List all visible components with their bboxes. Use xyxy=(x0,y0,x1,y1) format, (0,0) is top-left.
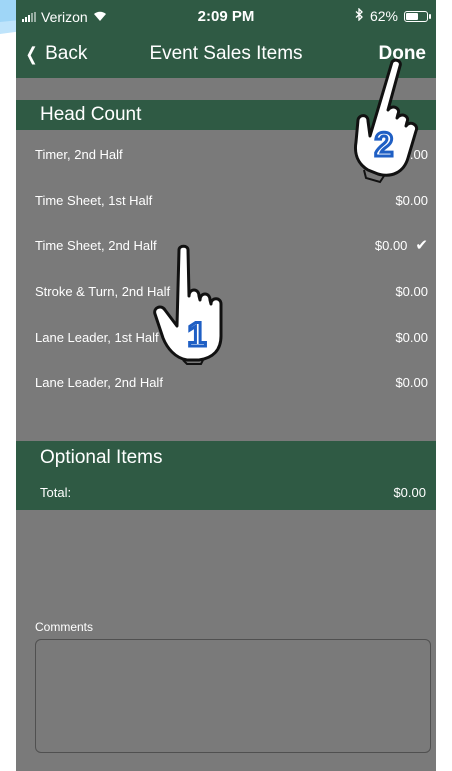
total-value: $0.00 xyxy=(393,484,426,500)
status-right: 62% xyxy=(355,7,431,24)
total-label: Total: xyxy=(40,484,72,500)
battery-percent: 62% xyxy=(369,8,398,24)
item-name: Timer, 2nd Half xyxy=(35,146,123,162)
total-row: Total: $0.00 xyxy=(16,474,436,510)
item-price: $0.00 xyxy=(395,329,428,345)
item-price: $0.00 xyxy=(395,192,428,208)
back-label: Back xyxy=(45,43,88,64)
item-name: Stroke & Turn, 2nd Half xyxy=(35,283,171,299)
spacer xyxy=(16,78,436,100)
item-name: Lane Leader, 2nd Half xyxy=(35,374,163,390)
item-price: $0.00 xyxy=(374,237,408,253)
list-item[interactable]: Time Sheet, 1st Half $0.00 xyxy=(16,177,436,223)
list-item[interactable]: Timer, 2nd Half $0.00 xyxy=(16,131,436,177)
item-price: $0.00 xyxy=(395,283,428,299)
bluetooth-icon xyxy=(355,7,364,24)
list-item[interactable]: Lane Leader, 2nd Half $0.00 xyxy=(16,359,436,405)
list-item[interactable]: Lane Leader, 1st Half $0.00 xyxy=(16,314,436,360)
list-item[interactable]: Stroke & Turn, 2nd Half $0.00 xyxy=(16,268,436,314)
phone-screen: Verizon 2:09 PM 62% ❮ Back Event Sales I… xyxy=(16,0,436,771)
item-price-wrap: $0.00 xyxy=(395,147,428,162)
status-bar: Verizon 2:09 PM 62% xyxy=(16,0,436,34)
item-price-wrap: $0.00 ✔ xyxy=(375,236,428,254)
item-price-wrap: $0.00 xyxy=(395,375,428,390)
comments-input[interactable] xyxy=(35,639,431,753)
item-price-wrap: $0.00 xyxy=(395,330,428,345)
item-price: $0.00 xyxy=(395,146,428,162)
chevron-left-icon: ❮ xyxy=(25,43,38,64)
item-name: Lane Leader, 1st Half xyxy=(35,329,159,345)
item-name: Time Sheet, 1st Half xyxy=(35,192,153,208)
done-button[interactable]: Done xyxy=(375,41,431,67)
section-header-optional-items: Optional Items xyxy=(16,441,436,474)
comments-label: Comments xyxy=(35,620,94,634)
back-button[interactable]: ❮ Back xyxy=(20,41,91,67)
item-price-wrap: $0.00 xyxy=(395,193,428,208)
item-price-wrap: $0.00 xyxy=(395,284,428,299)
battery-icon xyxy=(404,10,431,22)
item-name: Time Sheet, 2nd Half xyxy=(35,237,157,253)
item-price: $0.00 xyxy=(395,374,428,390)
list-item[interactable]: Time Sheet, 2nd Half $0.00 ✔ xyxy=(16,222,436,268)
section-header-head-count: Head Count xyxy=(16,100,436,130)
checkmark-icon: ✔ xyxy=(415,237,428,254)
navigation-bar: ❮ Back Event Sales Items Done xyxy=(16,34,436,78)
